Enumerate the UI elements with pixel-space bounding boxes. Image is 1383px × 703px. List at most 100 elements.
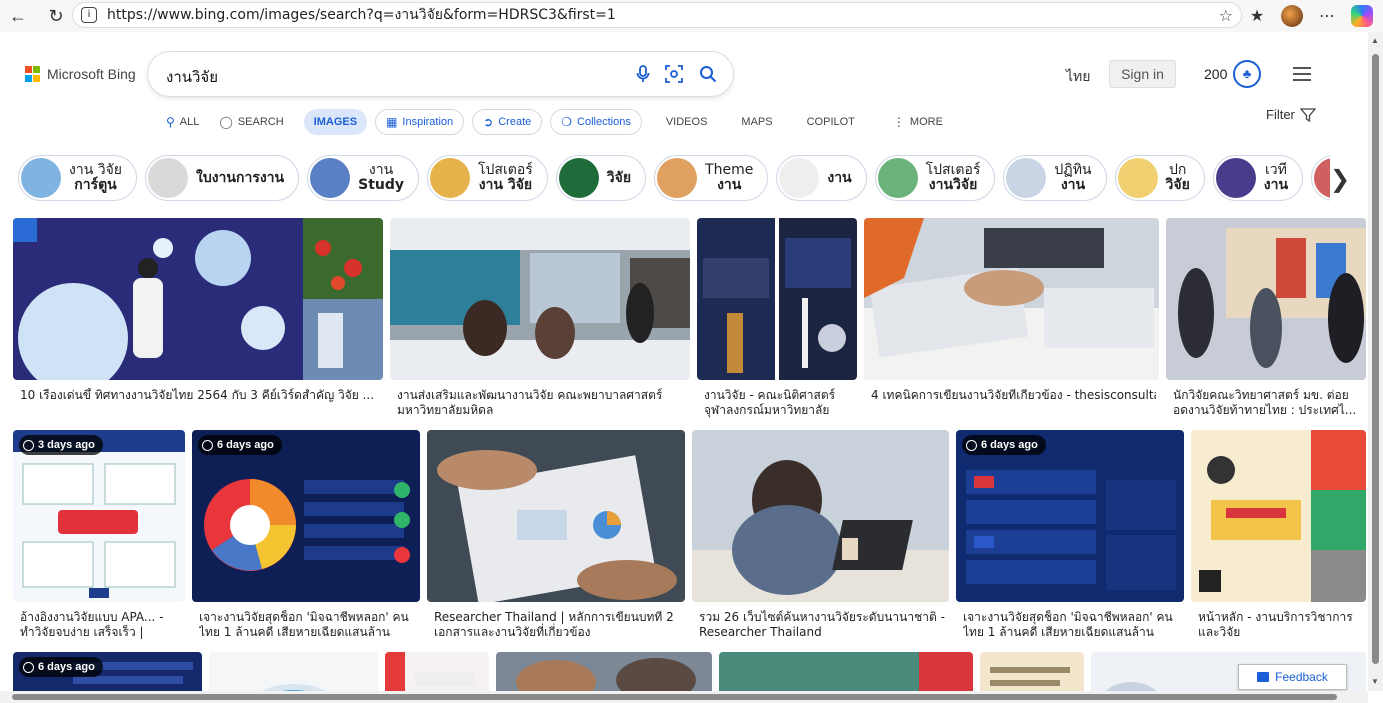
tab-label: Create	[498, 116, 532, 128]
bing-page: Microsoft Bing งานวิจัย ไทย Sign in 200 …	[0, 32, 1368, 691]
favorite-star-icon[interactable]: ☆	[1219, 6, 1233, 25]
related-search-chip[interactable]: งาน	[776, 155, 867, 201]
result-image[interactable]	[719, 652, 973, 691]
result-image[interactable]	[692, 430, 949, 602]
chip-thumbnail	[148, 158, 188, 198]
result-image[interactable]	[427, 430, 685, 602]
tab-images[interactable]: IMAGES	[303, 109, 368, 135]
result-image[interactable]	[697, 218, 857, 380]
related-search-chip[interactable]	[1311, 155, 1330, 201]
scroll-down-icon[interactable]: ▼	[1371, 677, 1379, 686]
tab-collections[interactable]: ❍ Collections	[550, 109, 642, 135]
visual-search-icon[interactable]	[663, 63, 685, 85]
scroll-up-icon[interactable]: ▲	[1371, 36, 1379, 45]
rewards-points[interactable]: 200	[1204, 66, 1227, 82]
result-image[interactable]	[864, 218, 1159, 380]
filter-label: Filter	[1266, 107, 1295, 122]
site-info-icon[interactable]: i	[81, 7, 97, 23]
result-caption[interactable]: 10 เรื่องเด่นขึ้ ทิศทางงานวิจัยไทย 2564 …	[20, 388, 380, 403]
result-caption[interactable]: เจาะงานวิจัยสุดช็อก 'มิจฉาชีพหลอก' คนไทย…	[199, 610, 417, 640]
tab-all[interactable]: ⚲ ALL	[166, 109, 199, 135]
result-caption[interactable]: อ้างอิงงานวิจัยแบบ APA... - ทำวิจัยจบง่า…	[20, 610, 180, 640]
related-search-chip[interactable]: งาน วิจัย การ์ตูน	[18, 155, 137, 201]
clock-icon	[202, 439, 213, 451]
collections-icon: ❍	[561, 115, 573, 129]
menu-icon[interactable]	[1293, 67, 1311, 81]
tab-maps[interactable]: MAPS	[741, 109, 772, 135]
tab-inspiration[interactable]: ▦ Inspiration	[375, 109, 465, 135]
result-image[interactable]	[209, 652, 378, 691]
related-search-chip[interactable]: โปสเตอร์ งานวิจัย	[874, 155, 996, 201]
result-caption[interactable]: งานส่งเสริมและพัฒนางานวิจัย คณะพยาบาลศาส…	[397, 388, 687, 418]
profile-avatar[interactable]	[1281, 5, 1303, 27]
result-image[interactable]	[496, 652, 712, 691]
result-caption[interactable]: 4 เทคนิคการเขียนงานวิจัยที่เกี่ยวข้อง - …	[871, 388, 1156, 403]
freshness-badge: 6 days ago	[198, 435, 282, 455]
related-search-chip[interactable]: เวที งาน	[1212, 155, 1304, 201]
related-search-chip[interactable]: วิจัย	[555, 155, 647, 201]
bing-logo[interactable]: Microsoft Bing	[25, 66, 136, 82]
chevron-right-icon[interactable]: ❯	[1330, 165, 1350, 194]
address-bar[interactable]: i https://www.bing.com/images/search?q=ง…	[72, 2, 1242, 28]
tab-label: ALL	[179, 116, 200, 128]
related-search-chip[interactable]: ปก วิจัย	[1114, 155, 1205, 201]
chip-label: งาน Study	[358, 163, 404, 193]
result-image[interactable]: 6 days ago	[192, 430, 420, 602]
result-caption[interactable]: งานวิจัย - คณะนิติศาสตร์ จุฬาลงกรณ์มหาวิ…	[704, 388, 854, 418]
search-box[interactable]: งานวิจัย	[148, 52, 733, 96]
result-image[interactable]: 6 days ago	[956, 430, 1184, 602]
favorites-icon[interactable]: ★	[1247, 6, 1267, 26]
chip-thumbnail	[558, 158, 599, 198]
tab-label: MAPS	[741, 116, 773, 128]
scrollbar-thumb[interactable]	[1372, 54, 1379, 664]
vertical-scrollbar[interactable]: ▲ ▼	[1368, 32, 1383, 691]
result-caption[interactable]: เจาะงานวิจัยสุดช็อก 'มิจฉาชีพหลอก' คนไทย…	[963, 610, 1181, 640]
result-image[interactable]	[390, 218, 690, 380]
tab-label: MORE	[909, 116, 943, 128]
tab-create[interactable]: ➲ Create	[472, 109, 543, 135]
result-caption[interactable]: นักวิจัยคณะวิทยาศาสตร์ มข. ต่อยอดงานวิจั…	[1173, 388, 1363, 418]
result-image[interactable]	[1166, 218, 1366, 380]
result-image[interactable]	[385, 652, 489, 691]
result-image[interactable]	[13, 218, 383, 380]
search-input[interactable]: งานวิจัย	[166, 65, 218, 89]
filter-button[interactable]: Filter	[1266, 107, 1316, 122]
related-search-chip[interactable]: ปฏิทิน งาน	[1003, 155, 1107, 201]
more-options-icon[interactable]: ⋯	[1317, 6, 1337, 26]
scrollbar-thumb[interactable]	[12, 694, 1337, 700]
tab-more[interactable]: ⋮ MORE	[893, 109, 943, 135]
result-image[interactable]: 6 days ago	[13, 652, 202, 691]
badge-text: 6 days ago	[38, 661, 95, 673]
back-icon[interactable]: ←	[6, 4, 30, 28]
sign-in-button[interactable]: Sign in	[1109, 60, 1176, 88]
chip-label-line1: โปสเตอร์	[478, 162, 533, 178]
result-image[interactable]	[980, 652, 1084, 691]
tab-copilot[interactable]: COPILOT	[807, 109, 855, 135]
microphone-icon[interactable]	[632, 63, 654, 85]
chip-thumbnail	[310, 158, 351, 198]
chip-thumbnail	[1215, 158, 1256, 198]
result-image[interactable]	[1191, 430, 1366, 602]
result-caption[interactable]: หน้าหลัก - งานบริการวิชาการและวิจัย	[1198, 610, 1363, 640]
reload-icon[interactable]: ↻	[44, 4, 68, 28]
related-search-chip[interactable]: Theme งาน	[654, 155, 769, 201]
feedback-button[interactable]: Feedback	[1238, 664, 1347, 690]
result-caption[interactable]: รวม 26 เว็บไซต์ค้นหางานวิจัยระดับนานาชาต…	[699, 610, 946, 640]
result-caption[interactable]: Researcher Thailand | หลักการเขียนบทที่ …	[434, 610, 684, 640]
copilot-icon[interactable]	[1351, 5, 1373, 27]
clock-icon	[966, 439, 977, 451]
tab-videos[interactable]: VIDEOS	[666, 109, 708, 135]
related-search-chip[interactable]: โปสเตอร์ งาน วิจัย	[427, 155, 548, 201]
chip-label: ใบงานการงาน	[196, 170, 284, 186]
related-search-chip[interactable]: งาน Study	[307, 155, 420, 201]
horizontal-scrollbar[interactable]	[0, 691, 1368, 703]
microsoft-logo-icon	[25, 66, 41, 82]
chip-label: ปก วิจัย	[1166, 163, 1190, 193]
related-search-chip[interactable]: ใบงานการงาน	[145, 155, 300, 201]
language-link[interactable]: ไทย	[1066, 66, 1090, 88]
search-icon[interactable]	[697, 63, 719, 85]
rewards-icon[interactable]: ♣	[1233, 60, 1261, 88]
chip-thumbnail	[430, 158, 471, 198]
tab-search[interactable]: ◯ SEARCH	[219, 109, 283, 135]
result-image[interactable]: 3 days ago	[13, 430, 185, 602]
